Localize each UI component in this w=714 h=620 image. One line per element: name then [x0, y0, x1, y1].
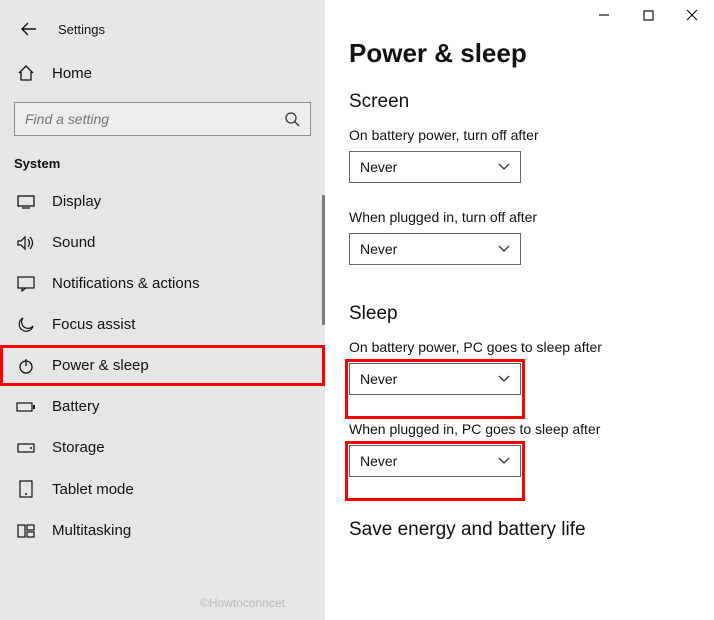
sidebar-item-label: Battery [52, 398, 100, 415]
sidebar-item-label: Multitasking [52, 522, 131, 539]
sleep-plugged-dropdown[interactable]: Never [349, 445, 521, 477]
sidebar-item-label: Tablet mode [52, 481, 134, 498]
dropdown-value: Never [360, 453, 397, 469]
screen-plugged-dropdown[interactable]: Never [349, 233, 521, 265]
sidebar-item-power-sleep[interactable]: Power & sleep [0, 345, 325, 386]
search-container [0, 92, 325, 140]
sleep-battery-label: On battery power, PC goes to sleep after [349, 339, 692, 355]
close-icon [686, 9, 698, 21]
sidebar-item-label: Notifications & actions [52, 275, 200, 292]
multitasking-icon [14, 524, 38, 538]
nav-list: Display Sound Notifications & actions Fo… [0, 181, 325, 551]
chevron-down-icon [498, 163, 510, 171]
sleep-plugged-dropdown-wrap: Never [349, 445, 521, 497]
window-controls [582, 0, 714, 30]
close-button[interactable] [670, 0, 714, 30]
sleep-battery-dropdown-wrap: Never [349, 363, 521, 415]
page-title: Power & sleep [349, 38, 692, 69]
sidebar-item-focus-assist[interactable]: Focus assist [0, 304, 325, 345]
content-pane: Power & sleep Screen On battery power, t… [325, 0, 714, 620]
chevron-down-icon [498, 245, 510, 253]
titlebar: Settings [0, 10, 325, 54]
tablet-icon [14, 480, 38, 498]
sidebar-item-label: Storage [52, 439, 105, 456]
home-label: Home [52, 65, 92, 82]
battery-icon [14, 401, 38, 413]
sidebar-item-display[interactable]: Display [0, 181, 325, 222]
search-box[interactable] [14, 102, 311, 136]
sidebar-item-multitasking[interactable]: Multitasking [0, 510, 325, 551]
sidebar: Settings Home System Display [0, 0, 325, 620]
screen-battery-dropdown-wrap: Never [349, 151, 521, 203]
sidebar-item-notifications[interactable]: Notifications & actions [0, 263, 325, 304]
sidebar-item-sound[interactable]: Sound [0, 222, 325, 263]
sidebar-item-label: Focus assist [52, 316, 135, 333]
maximize-icon [643, 10, 654, 21]
sidebar-section-heading: System [0, 140, 325, 181]
home-nav[interactable]: Home [0, 54, 325, 92]
display-icon [14, 195, 38, 209]
sleep-plugged-label: When plugged in, PC goes to sleep after [349, 421, 692, 437]
sidebar-item-storage[interactable]: Storage [0, 427, 325, 468]
sound-icon [14, 235, 38, 251]
screen-heading: Screen [349, 91, 692, 113]
save-energy-heading: Save energy and battery life [349, 519, 692, 541]
chevron-down-icon [498, 457, 510, 465]
maximize-button[interactable] [626, 0, 670, 30]
sidebar-item-label: Sound [52, 234, 95, 251]
home-icon [14, 64, 38, 82]
arrow-left-icon [21, 21, 37, 37]
minimize-icon [598, 9, 610, 21]
sleep-battery-dropdown[interactable]: Never [349, 363, 521, 395]
power-icon [14, 358, 38, 374]
back-button[interactable] [18, 18, 40, 40]
watermark: ©Howtoconncet [200, 596, 285, 610]
storage-icon [14, 442, 38, 454]
chevron-down-icon [498, 375, 510, 383]
sleep-heading: Sleep [349, 303, 692, 325]
focus-assist-icon [14, 317, 38, 333]
sidebar-item-tablet-mode[interactable]: Tablet mode [0, 468, 325, 510]
search-input[interactable] [25, 111, 284, 127]
minimize-button[interactable] [582, 0, 626, 30]
search-icon [284, 111, 300, 127]
sidebar-item-label: Display [52, 193, 101, 210]
screen-plugged-dropdown-wrap: Never [349, 233, 521, 285]
screen-battery-dropdown[interactable]: Never [349, 151, 521, 183]
dropdown-value: Never [360, 159, 397, 175]
sidebar-item-label: Power & sleep [52, 357, 149, 374]
sidebar-item-battery[interactable]: Battery [0, 386, 325, 427]
dropdown-value: Never [360, 371, 397, 387]
screen-plugged-label: When plugged in, turn off after [349, 209, 692, 225]
window-title: Settings [58, 22, 105, 37]
dropdown-value: Never [360, 241, 397, 257]
notifications-icon [14, 276, 38, 292]
screen-battery-label: On battery power, turn off after [349, 127, 692, 143]
